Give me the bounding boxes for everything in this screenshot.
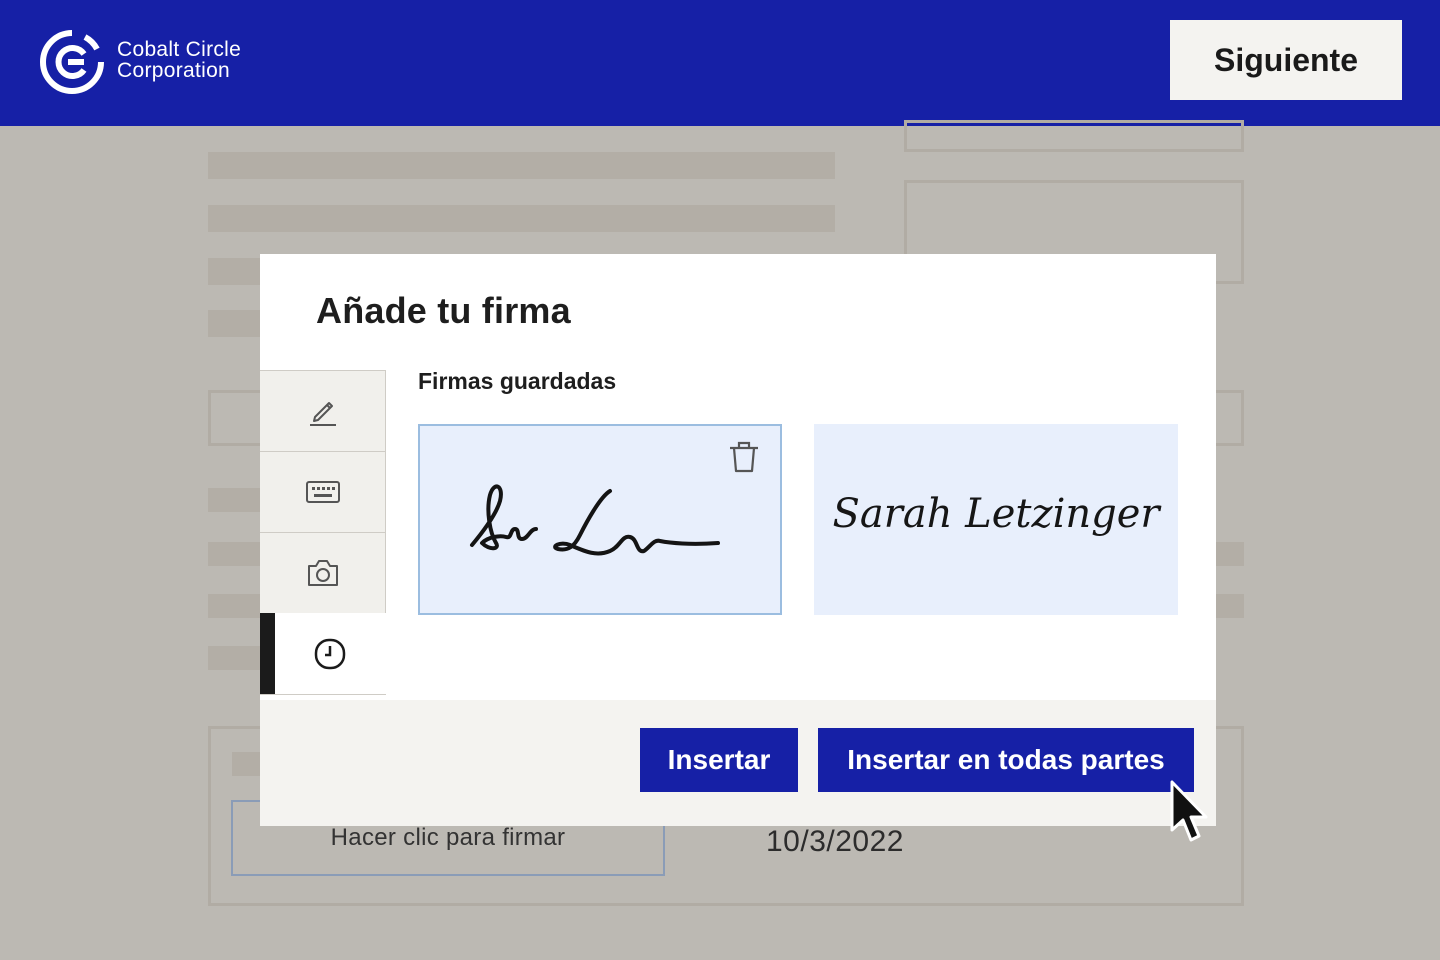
keyboard-icon	[305, 479, 341, 505]
doc-field-placeholder	[904, 120, 1244, 152]
dialog-footer: Insertar Insertar en todas partes	[260, 700, 1216, 826]
camera-icon	[306, 558, 340, 588]
tab-type[interactable]	[260, 451, 386, 533]
clock-icon	[313, 637, 347, 671]
typed-signature-text: Sarah Letzinger	[832, 491, 1162, 537]
text-placeholder	[208, 594, 268, 618]
text-placeholder	[208, 258, 268, 285]
text-placeholder	[208, 152, 835, 179]
document-date: 10/3/2022	[766, 825, 904, 859]
tab-upload-photo[interactable]	[260, 532, 386, 614]
signature-method-tabs	[260, 370, 386, 695]
drawn-signature-image	[460, 471, 740, 581]
insert-everywhere-button[interactable]: Insertar en todas partes	[818, 728, 1194, 792]
saved-signature-typed[interactable]: Sarah Letzinger	[814, 424, 1178, 615]
saved-signatures-label: Firmas guardadas	[418, 368, 616, 395]
trash-icon[interactable]	[728, 440, 760, 474]
app-header: Cobalt Circle Corporation Siguiente	[0, 0, 1440, 126]
typed-signature-image: Sarah Letzinger	[814, 424, 1178, 615]
dialog-title: Añade tu firma	[316, 290, 571, 332]
add-signature-dialog: Añade tu firma	[260, 254, 1216, 826]
tab-draw[interactable]	[260, 370, 386, 452]
insert-button[interactable]: Insertar	[640, 728, 798, 792]
text-placeholder	[208, 205, 835, 232]
mouse-pointer-icon	[1166, 778, 1214, 846]
company-name-line1: Cobalt Circle	[117, 39, 241, 60]
text-placeholder	[1216, 594, 1244, 618]
pencil-icon	[307, 395, 339, 427]
company-name: Cobalt Circle Corporation	[117, 39, 241, 81]
tab-saved[interactable]	[260, 613, 386, 695]
text-placeholder	[208, 310, 268, 337]
saved-signature-drawn[interactable]	[418, 424, 782, 615]
next-button[interactable]: Siguiente	[1170, 20, 1402, 100]
ring-logo-icon	[40, 30, 104, 94]
doc-field-placeholder	[208, 390, 268, 446]
text-placeholder	[1216, 542, 1244, 566]
text-placeholder	[208, 646, 268, 670]
text-placeholder	[208, 488, 268, 512]
text-placeholder	[208, 542, 268, 566]
company-name-line2: Corporation	[117, 60, 241, 81]
